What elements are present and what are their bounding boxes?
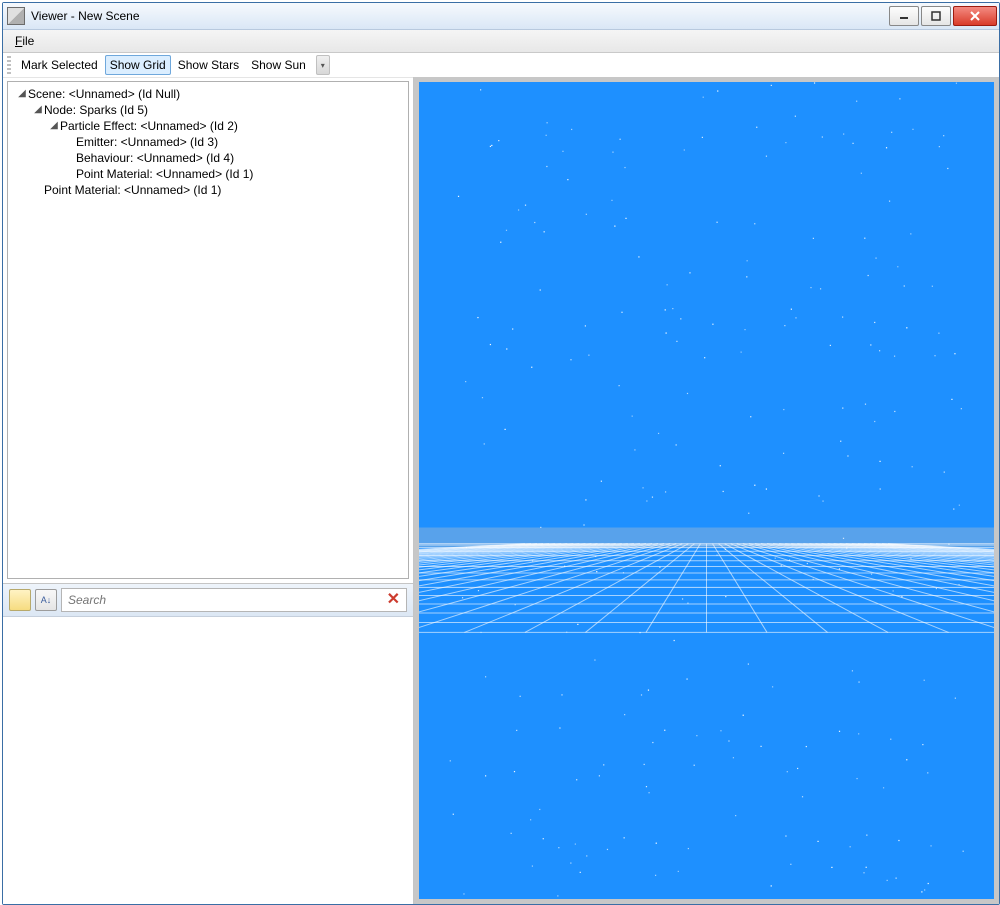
tree-row[interactable]: ◢Scene: <Unnamed> (Id Null) xyxy=(10,86,406,102)
tree-row[interactable]: Point Material: <Unnamed> (Id 1) xyxy=(10,182,406,198)
tree-twisty-icon[interactable]: ◢ xyxy=(16,86,28,102)
workspace: ◢Scene: <Unnamed> (Id Null)◢Node: Sparks… xyxy=(3,77,999,904)
close-button[interactable] xyxy=(953,6,997,26)
tree-row[interactable]: Point Material: <Unnamed> (Id 1) xyxy=(10,166,406,182)
tree-label: Behaviour: <Unnamed> (Id 4) xyxy=(76,150,234,166)
tree-label: Emitter: <Unnamed> (Id 3) xyxy=(76,134,218,150)
show-stars-button[interactable]: Show Stars xyxy=(173,55,244,75)
toolbar-grip-icon[interactable] xyxy=(7,56,11,74)
maximize-button[interactable] xyxy=(921,6,951,26)
clear-search-button[interactable]: ✕ xyxy=(385,593,402,607)
tree-label: Point Material: <Unnamed> (Id 1) xyxy=(44,182,221,198)
chevron-down-icon: ▾ xyxy=(321,61,325,70)
properties-panel: A↓ ✕ xyxy=(3,583,413,904)
sort-az-icon[interactable]: A↓ xyxy=(35,589,57,611)
tree-label: Node: Sparks (Id 5) xyxy=(44,102,148,118)
tree-twisty-icon[interactable]: ◢ xyxy=(48,118,60,134)
tree-label: Particle Effect: <Unnamed> (Id 2) xyxy=(60,118,238,134)
toolbar-overflow-button[interactable]: ▾ xyxy=(316,55,330,75)
search-box: ✕ xyxy=(61,588,407,612)
scene-tree[interactable]: ◢Scene: <Unnamed> (Id Null)◢Node: Sparks… xyxy=(7,81,409,579)
tree-label: Scene: <Unnamed> (Id Null) xyxy=(28,86,180,102)
minimize-button[interactable] xyxy=(889,6,919,26)
tree-label: Point Material: <Unnamed> (Id 1) xyxy=(76,166,253,182)
viewport-3d[interactable] xyxy=(419,82,994,899)
tree-row[interactable]: Emitter: <Unnamed> (Id 3) xyxy=(10,134,406,150)
minimize-icon xyxy=(899,11,909,21)
tree-row[interactable]: ◢Node: Sparks (Id 5) xyxy=(10,102,406,118)
menubar: File xyxy=(3,30,999,53)
app-icon xyxy=(7,7,25,25)
viewport-pane xyxy=(414,77,999,904)
menu-file[interactable]: File xyxy=(9,32,40,50)
show-grid-button[interactable]: Show Grid xyxy=(105,55,171,75)
tree-row[interactable]: ◢Particle Effect: <Unnamed> (Id 2) xyxy=(10,118,406,134)
menu-file-rest: ile xyxy=(22,34,34,48)
viewport-canvas xyxy=(419,82,994,899)
show-sun-button[interactable]: Show Sun xyxy=(246,55,311,75)
search-input[interactable] xyxy=(66,592,385,608)
mark-selected-button[interactable]: Mark Selected xyxy=(16,55,103,75)
toolbar: Mark Selected Show Grid Show Stars Show … xyxy=(3,53,999,78)
window-title: Viewer - New Scene xyxy=(31,9,140,23)
tree-twisty-icon[interactable]: ◢ xyxy=(32,102,44,118)
window-controls xyxy=(889,6,997,26)
tree-row[interactable]: Behaviour: <Unnamed> (Id 4) xyxy=(10,150,406,166)
titlebar[interactable]: Viewer - New Scene xyxy=(3,3,999,30)
left-pane: ◢Scene: <Unnamed> (Id Null)◢Node: Sparks… xyxy=(3,77,414,904)
close-icon xyxy=(970,11,980,21)
maximize-icon xyxy=(931,11,941,21)
properties-toolbar: A↓ ✕ xyxy=(3,584,413,617)
app-window: Viewer - New Scene File Mark Selected Sh… xyxy=(2,2,1000,905)
categorized-icon[interactable] xyxy=(9,589,31,611)
